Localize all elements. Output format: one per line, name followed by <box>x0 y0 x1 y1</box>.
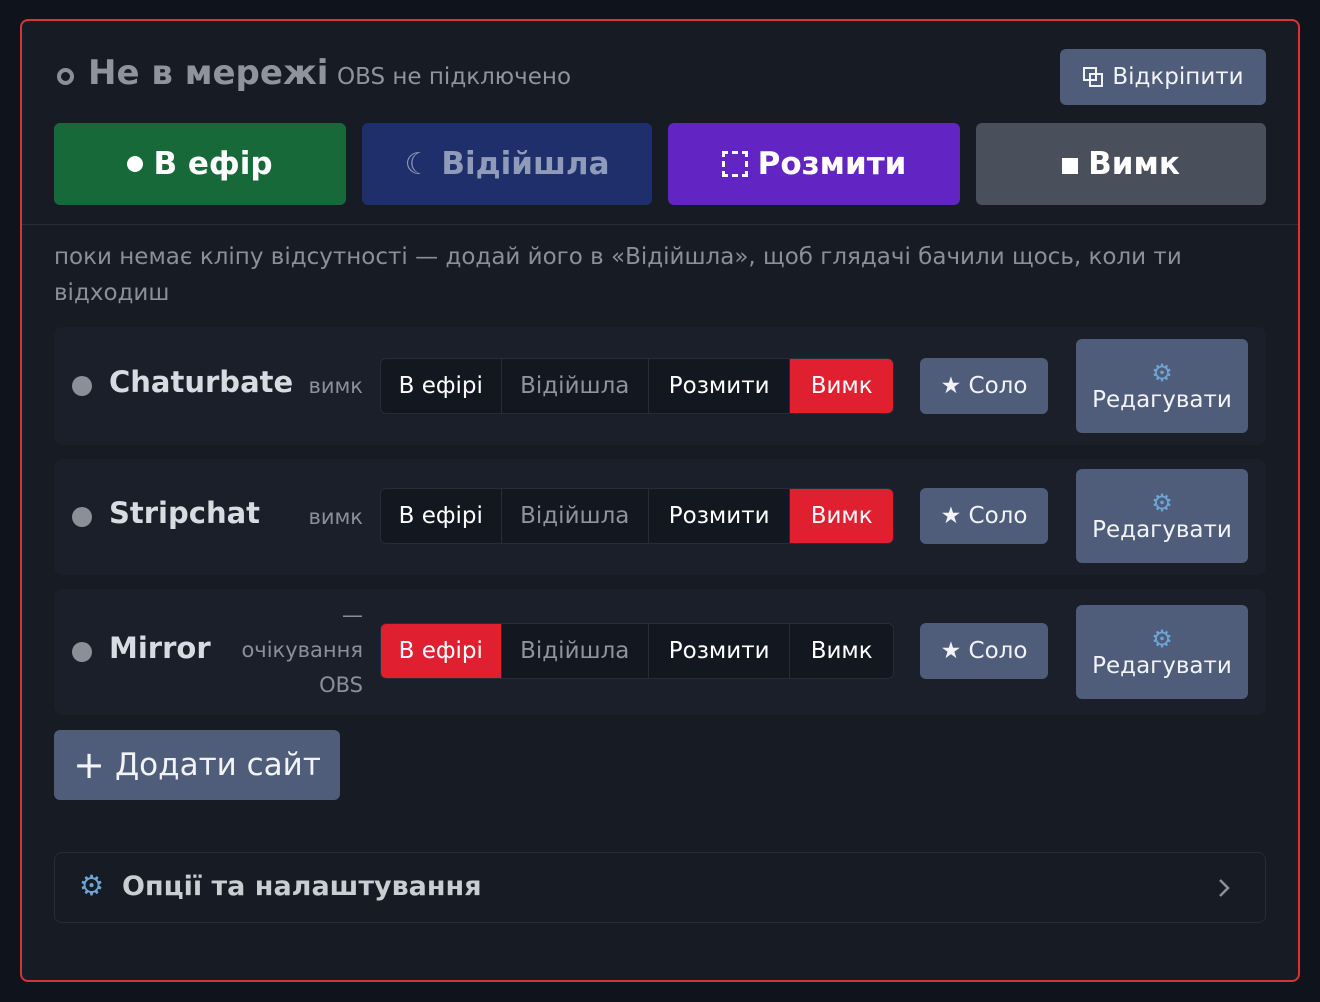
site-name: Mirror <box>109 631 211 665</box>
site-status-dot <box>72 642 92 662</box>
blur-label: Розмити <box>757 146 907 182</box>
site-state: вимк <box>308 374 363 398</box>
segment-away[interactable]: Відійшла <box>502 624 649 678</box>
off-button[interactable]: Вимк <box>976 123 1266 205</box>
go-live-label: В ефір <box>153 146 273 182</box>
go-live-button[interactable]: В ефір <box>54 123 346 205</box>
solo-button[interactable]: ★ Соло <box>920 488 1048 544</box>
undock-windows-icon <box>1083 67 1104 87</box>
gear-icon: ⚙ <box>79 869 105 902</box>
options-label: Опції та налаштування <box>122 871 482 902</box>
site-mode-segment: В ефірі Відійшла Розмити Вимк <box>380 623 894 679</box>
segment-live[interactable]: В ефірі <box>381 489 502 543</box>
edit-button[interactable]: ⚙ Редагувати <box>1076 469 1248 563</box>
segment-blur[interactable]: Розмити <box>649 624 791 678</box>
segment-away[interactable]: Відійшла <box>502 359 649 413</box>
segment-live[interactable]: В ефірі <box>381 624 502 678</box>
segment-off[interactable]: Вимк <box>790 489 893 543</box>
site-status-dot <box>72 376 92 396</box>
edit-label: Редагувати <box>1092 653 1232 679</box>
segment-live[interactable]: В ефірі <box>381 359 502 413</box>
options-settings-toggle[interactable]: ⚙ Опції та налаштування <box>54 852 1266 923</box>
gear-icon: ⚙ <box>1151 489 1173 517</box>
solo-button[interactable]: ★ Соло <box>920 623 1048 679</box>
gear-icon: ⚙ <box>1151 625 1173 653</box>
undock-button[interactable]: Відкріпити <box>1060 49 1266 105</box>
edit-label: Редагувати <box>1092 387 1232 413</box>
site-row-mirror: Mirror — очікування OBS В ефірі Відійшла… <box>54 589 1266 715</box>
segment-blur[interactable]: Розмити <box>649 489 791 543</box>
moon-icon: ☾ <box>404 146 432 182</box>
header: Не в мережі OBS не підключено Відкріпити <box>54 49 1266 109</box>
site-mode-segment: В ефірі Відійшла Розмити Вимк <box>380 358 894 414</box>
site-row-stripchat: Stripchat вимк В ефірі Відійшла Розмити … <box>54 459 1266 575</box>
site-state: — очікування OBS <box>241 603 363 697</box>
segment-away[interactable]: Відійшла <box>502 489 649 543</box>
site-mode-segment: В ефірі Відійшла Розмити Вимк <box>380 488 894 544</box>
dashed-square-icon <box>721 151 748 177</box>
add-site-label: Додати сайт <box>114 747 321 783</box>
segment-off[interactable]: Вимк <box>790 624 893 678</box>
away-label: Відійшла <box>441 146 610 182</box>
filled-dot-icon <box>127 156 144 172</box>
site-row-chaturbate: Chaturbate вимк В ефірі Відійшла Розмити… <box>54 327 1266 445</box>
plus-icon: + <box>73 743 105 787</box>
chevron-right-icon <box>1219 879 1230 897</box>
edit-button[interactable]: ⚙ Редагувати <box>1076 339 1248 433</box>
edit-button[interactable]: ⚙ Редагувати <box>1076 605 1248 699</box>
solo-button[interactable]: ★ Соло <box>920 358 1048 414</box>
site-status-dot <box>72 507 92 527</box>
off-label: Вимк <box>1088 146 1180 182</box>
edit-label: Редагувати <box>1092 517 1232 543</box>
segment-blur[interactable]: Розмити <box>649 359 791 413</box>
away-clip-notice: поки немає кліпу відсутності — додай йог… <box>54 244 1182 306</box>
site-state: вимк <box>308 505 363 529</box>
blur-button[interactable]: Розмити <box>668 123 960 205</box>
add-site-button[interactable]: + Додати сайт <box>54 730 340 800</box>
status-offline-icon <box>57 68 74 85</box>
divider <box>22 224 1298 225</box>
obs-status-text: OBS не підключено <box>337 64 572 90</box>
segment-off[interactable]: Вимк <box>790 359 893 413</box>
away-button[interactable]: ☾ Відійшла <box>362 123 652 205</box>
mode-buttons: В ефір ☾ Відійшла Розмити Вимк <box>54 123 1266 205</box>
status-title: Не в мережі <box>88 53 329 93</box>
undock-label: Відкріпити <box>1112 64 1244 90</box>
gear-icon: ⚙ <box>1151 359 1173 387</box>
control-panel: Не в мережі OBS не підключено Відкріпити… <box>20 19 1300 982</box>
stop-square-icon <box>1062 158 1079 174</box>
